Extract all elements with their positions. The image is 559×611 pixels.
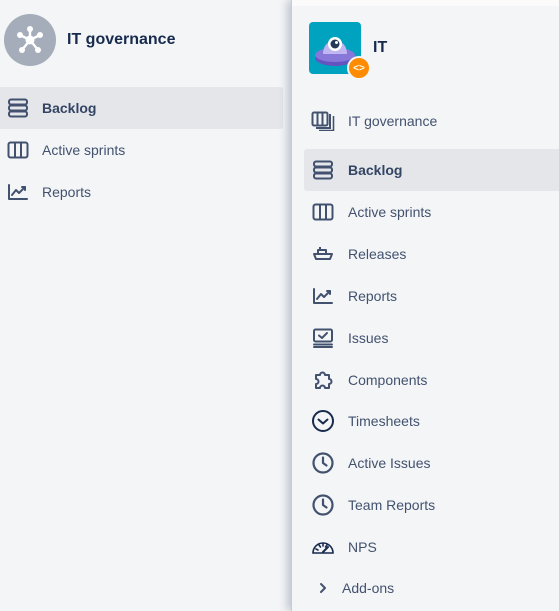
network-hub-icon <box>4 14 56 66</box>
top-strip <box>292 0 559 6</box>
sidebar-item-label: Reports <box>42 184 92 200</box>
sidebar-item-reports[interactable]: Reports <box>0 171 283 213</box>
chevron-right-icon <box>310 582 336 594</box>
sidebar-item-label: NPS <box>348 539 377 555</box>
sidebar-item-backlog[interactable]: Backlog <box>304 149 559 191</box>
sidebar-item-label: Active sprints <box>348 204 432 220</box>
sidebar-item-label: Active Issues <box>348 455 431 471</box>
reports-chart-icon <box>310 287 336 305</box>
sidebar-item-timesheets[interactable]: Timesheets <box>304 400 559 442</box>
sidebar-item-label: Active sprints <box>42 142 126 158</box>
sidebar-item-label: IT governance <box>348 113 438 129</box>
project-sidebar: <> IT IT governance Backlog Active sprin… <box>291 0 559 611</box>
clock-icon <box>310 493 336 517</box>
clock-icon <box>310 451 336 475</box>
sidebar-item-label: Releases <box>348 246 407 262</box>
project-title: IT governance <box>67 31 176 48</box>
ship-icon <box>310 246 336 262</box>
sidebar-item-reports[interactable]: Reports <box>304 275 559 317</box>
board-columns-icon <box>1 141 35 159</box>
sidebar-item-components[interactable]: Components <box>304 359 559 401</box>
sidebar-item-nps[interactable]: NPS <box>304 526 559 568</box>
sidebar-item-label: Backlog <box>348 162 403 178</box>
project-header[interactable]: IT governance <box>4 14 175 66</box>
project-title: IT <box>373 39 388 56</box>
sidebar-item-label: Components <box>348 372 428 388</box>
sidebar-item-add-ons[interactable]: Add-ons <box>304 567 559 609</box>
sidebar-item-active-issues[interactable]: Active Issues <box>304 442 559 484</box>
sidebar-item-label: Team Reports <box>348 497 436 513</box>
left-sidebar: IT governance Backlog Active sprints Rep… <box>0 0 291 611</box>
sidebar-item-label: Issues <box>348 330 389 346</box>
ufo-robot-icon: <> <box>309 22 371 80</box>
gauge-icon <box>310 539 336 555</box>
board-stack-icon <box>310 111 336 131</box>
sidebar-item-label: Add-ons <box>342 580 395 596</box>
sidebar-item-label: Timesheets <box>348 413 420 429</box>
sidebar-item-backlog[interactable]: Backlog <box>0 87 283 129</box>
sidebar-item-label: Backlog <box>42 100 97 116</box>
sidebar-item-it-governance[interactable]: IT governance <box>304 100 559 142</box>
puzzle-icon <box>310 369 336 391</box>
sidebar-item-issues[interactable]: Issues <box>304 317 559 359</box>
sidebar-item-team-reports[interactable]: Team Reports <box>304 484 559 526</box>
reports-chart-icon <box>1 183 35 201</box>
issues-icon <box>310 328 336 348</box>
sidebar-item-releases[interactable]: Releases <box>304 233 559 275</box>
sidebar-item-active-sprints[interactable]: Active sprints <box>304 191 559 233</box>
sidebar-item-label: Reports <box>348 288 398 304</box>
sidebar-item-active-sprints[interactable]: Active sprints <box>0 129 283 171</box>
backlog-icon <box>310 160 336 180</box>
timesheet-clock-icon <box>310 409 336 433</box>
code-badge-icon: <> <box>347 56 371 80</box>
board-columns-icon <box>310 203 336 221</box>
project-header[interactable]: <> IT <box>309 22 388 80</box>
backlog-icon <box>1 98 35 118</box>
